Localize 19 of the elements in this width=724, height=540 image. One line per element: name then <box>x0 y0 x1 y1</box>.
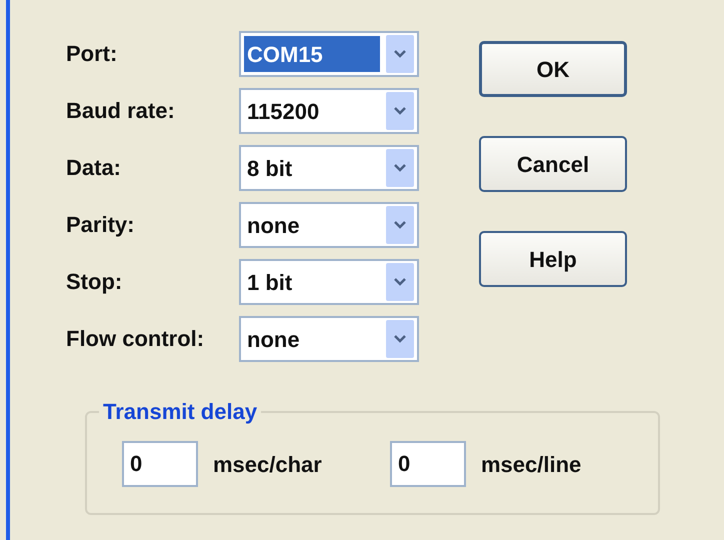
delay-input[interactable]: 0 <box>390 441 466 487</box>
dialog-button[interactable]: Cancel <box>479 136 627 192</box>
dropdown[interactable]: COM15 <box>239 31 419 77</box>
unit-label: msec/char <box>213 450 323 478</box>
field-label: Port: <box>65 40 118 68</box>
field-label: Flow control: <box>65 325 206 353</box>
dropdown[interactable]: 8 bit <box>239 145 419 191</box>
dialog-button[interactable]: OK <box>479 41 627 97</box>
dropdown[interactable]: none <box>239 202 419 248</box>
dialog-button[interactable]: Help <box>479 231 627 287</box>
dropdown[interactable]: 1 bit <box>239 259 419 305</box>
field-label: Baud rate: <box>65 97 176 125</box>
field-label: Parity: <box>65 211 136 239</box>
unit-label: msec/line <box>481 450 582 478</box>
delay-input[interactable]: 0 <box>122 441 198 487</box>
field-label: Stop: <box>65 268 124 296</box>
field-label: Data: <box>65 154 122 182</box>
dropdown[interactable]: none <box>239 316 419 362</box>
dropdown[interactable]: 115200 <box>239 88 419 134</box>
